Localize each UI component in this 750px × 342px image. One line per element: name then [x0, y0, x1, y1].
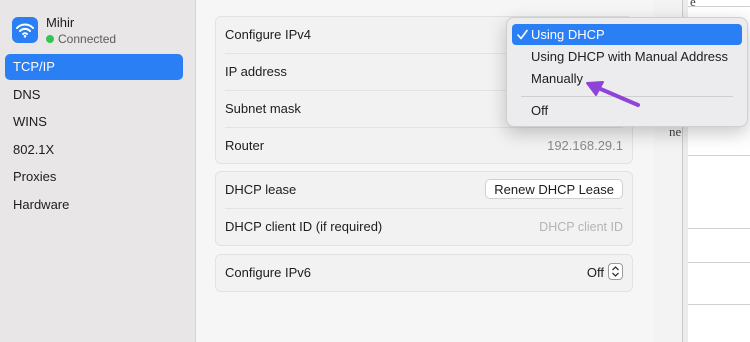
menu-item-label: Using DHCP with Manual Address: [531, 49, 729, 64]
background-rule: [688, 304, 750, 305]
menu-item-using-dhcp[interactable]: Using DHCP: [512, 24, 742, 45]
sidebar-item-tcpip[interactable]: TCP/IP: [5, 54, 183, 80]
sidebar-item-dns[interactable]: DNS: [5, 82, 183, 108]
configure-ipv6-value: Off: [586, 265, 604, 280]
ip-address-label: IP address: [225, 64, 287, 79]
dhcp-client-id-label: DHCP client ID (if required): [225, 219, 383, 234]
renew-dhcp-lease-button[interactable]: Renew DHCP Lease: [485, 179, 623, 199]
sidebar-item-hardware[interactable]: Hardware: [5, 192, 183, 218]
router-value: 192.168.29.1: [547, 138, 623, 153]
menu-item-label: Off: [531, 103, 549, 118]
chevron-updown-icon: [608, 263, 623, 280]
network-status-text: Connected: [58, 32, 117, 46]
configure-ipv6-label: Configure IPv6: [225, 265, 311, 280]
dhcp-client-id-field[interactable]: DHCP client ID: [539, 209, 623, 245]
pointer-arrow-icon: [586, 81, 640, 107]
network-status: Connected: [46, 32, 116, 46]
background-rule: [688, 155, 750, 156]
wifi-icon: [12, 17, 38, 43]
menu-item-label: Manually: [531, 71, 584, 86]
router-row: Router 192.168.29.1: [225, 128, 623, 164]
background-text: e: [690, 0, 696, 9]
router-label: Router: [225, 138, 265, 153]
sidebar-list: TCP/IP DNS WINS 802.1X Proxies Hardware: [5, 54, 183, 220]
menu-item-using-dhcp-manual-address[interactable]: Using DHCP with Manual Address: [512, 46, 742, 67]
background-rule: [688, 262, 750, 263]
sidebar-item-proxies[interactable]: Proxies: [5, 164, 183, 190]
status-dot-icon: [46, 35, 54, 43]
network-name: Mihir: [46, 15, 75, 30]
configure-ipv4-menu: Using DHCP Using DHCP with Manual Addres…: [506, 17, 748, 127]
subnet-mask-label: Subnet mask: [225, 101, 301, 116]
sidebar: Mihir Connected TCP/IP DNS WINS 802.1X P…: [0, 0, 196, 342]
dhcp-group: DHCP lease Renew DHCP Lease DHCP client …: [215, 171, 633, 246]
configure-ipv6-row: Configure IPv6 Off: [225, 255, 623, 291]
menu-item-label: Using DHCP: [531, 27, 605, 42]
dhcp-lease-label: DHCP lease: [225, 182, 297, 197]
dhcp-client-id-row: DHCP client ID (if required) DHCP client…: [225, 209, 623, 245]
sidebar-item-wins[interactable]: WINS: [5, 109, 183, 135]
configure-ipv4-label: Configure IPv4: [225, 27, 311, 42]
sidebar-item-8021x[interactable]: 802.1X: [5, 137, 183, 163]
ipv6-group: Configure IPv6 Off: [215, 254, 633, 292]
dhcp-lease-row: DHCP lease Renew DHCP Lease: [225, 172, 623, 209]
background-rule: [688, 228, 750, 229]
configure-ipv6-popup[interactable]: Off: [587, 255, 623, 291]
background-rule: [688, 6, 750, 7]
